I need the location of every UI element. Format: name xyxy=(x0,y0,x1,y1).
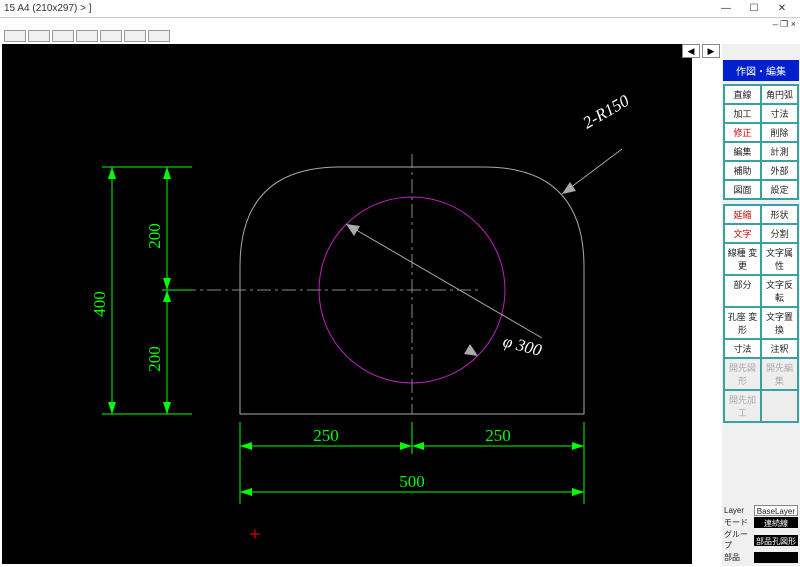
dim-250b: 250 xyxy=(485,426,511,445)
doc-tab[interactable] xyxy=(76,30,98,42)
doc-tab[interactable] xyxy=(28,30,50,42)
mode-header[interactable]: 作図・編集 xyxy=(723,60,799,81)
mode-value[interactable]: 連続線 xyxy=(754,517,798,528)
doc-tab[interactable] xyxy=(124,30,146,42)
group-label: グループ xyxy=(724,529,754,551)
status-panel: LayerBaseLayer モード連続線 グループ部品孔図形 部品 xyxy=(722,503,800,566)
dim-400: 400 xyxy=(90,291,109,317)
mdi-buttons[interactable]: – ❐ × xyxy=(773,19,796,30)
doc-tab[interactable] xyxy=(100,30,122,42)
mode-label: モード xyxy=(724,517,754,528)
tool-linetype[interactable]: 線種 変更 xyxy=(724,243,761,275)
doc-tab[interactable] xyxy=(52,30,74,42)
nav-left-button[interactable]: ◀ xyxy=(682,44,700,58)
maximize-button[interactable]: ☐ xyxy=(740,2,768,16)
dim-250a: 250 xyxy=(313,426,339,445)
tool-modify[interactable]: 修正 xyxy=(724,123,761,142)
mdi-controls: – ❐ × xyxy=(0,18,800,30)
tool-split[interactable]: 分割 xyxy=(761,224,798,243)
dim-500: 500 xyxy=(399,472,425,491)
layer-label: Layer xyxy=(724,506,754,515)
tool-drawing[interactable]: 図面 xyxy=(724,180,761,199)
tool-annotation[interactable]: 注釈 xyxy=(761,339,798,358)
minimize-button[interactable]: — xyxy=(712,2,740,16)
doc-tab[interactable] xyxy=(4,30,26,42)
doc-tab[interactable] xyxy=(148,30,170,42)
tool-external[interactable]: 外部 xyxy=(761,161,798,180)
canvas-area: ◀ ▶ 400 xyxy=(0,44,722,566)
tool-group-2: 延縮形状 文字分割 線種 変更文字属性 部分文字反転 孔座 変形文字置換 寸法注… xyxy=(723,204,799,423)
tool-bevel-shape: 開先図形 xyxy=(724,358,761,390)
tool-text[interactable]: 文字 xyxy=(724,224,761,243)
document-tabs xyxy=(0,30,800,44)
tool-holeseat[interactable]: 孔座 変形 xyxy=(724,307,761,339)
tool-dimension[interactable]: 寸法 xyxy=(724,339,761,358)
tool-textattr[interactable]: 文字属性 xyxy=(761,243,798,275)
tool-arc[interactable]: 角円弧 xyxy=(761,85,798,104)
tool-machining[interactable]: 加工 xyxy=(724,104,761,123)
tool-shape[interactable]: 形状 xyxy=(761,205,798,224)
part-label: 部品 xyxy=(724,552,754,563)
tool-line[interactable]: 直線 xyxy=(724,85,761,104)
tool-textreplace[interactable]: 文字置換 xyxy=(761,307,798,339)
tool-edit[interactable]: 編集 xyxy=(724,142,761,161)
close-button[interactable]: ✕ xyxy=(768,2,796,16)
group-value[interactable]: 部品孔図形 xyxy=(754,535,798,546)
tool-delete[interactable]: 削除 xyxy=(761,123,798,142)
tool-bevel-edit: 開先編集 xyxy=(761,358,798,390)
tool-settings[interactable]: 設定 xyxy=(761,180,798,199)
tool-panel: 作図・編集 直線角円弧 加工寸法 修正削除 編集計測 補助外部 図面設定 延縮形… xyxy=(722,44,800,566)
tool-dim[interactable]: 寸法 xyxy=(761,104,798,123)
tool-partial[interactable]: 部分 xyxy=(724,275,761,307)
tool-measure[interactable]: 計測 xyxy=(761,142,798,161)
dim-200b: 200 xyxy=(145,346,164,372)
drawing-canvas[interactable]: 400 200 200 250 250 xyxy=(2,44,692,564)
tool-empty xyxy=(761,390,798,422)
window-title: 15 A4 (210x297) > ] xyxy=(4,3,712,14)
tool-aux[interactable]: 補助 xyxy=(724,161,761,180)
tool-extend[interactable]: 延縮 xyxy=(724,205,761,224)
baselayer-label[interactable]: BaseLayer xyxy=(754,505,798,516)
part-value[interactable] xyxy=(754,552,798,563)
dim-200a: 200 xyxy=(145,223,164,249)
titlebar: 15 A4 (210x297) > ] — ☐ ✕ xyxy=(0,0,800,18)
tool-textflip[interactable]: 文字反転 xyxy=(761,275,798,307)
tool-bevel-machining: 開先加工 xyxy=(724,390,761,422)
nav-right-button[interactable]: ▶ xyxy=(702,44,720,58)
radius-label: 2-R150 xyxy=(580,91,633,133)
tool-group-1: 直線角円弧 加工寸法 修正削除 編集計測 補助外部 図面設定 xyxy=(723,84,799,200)
